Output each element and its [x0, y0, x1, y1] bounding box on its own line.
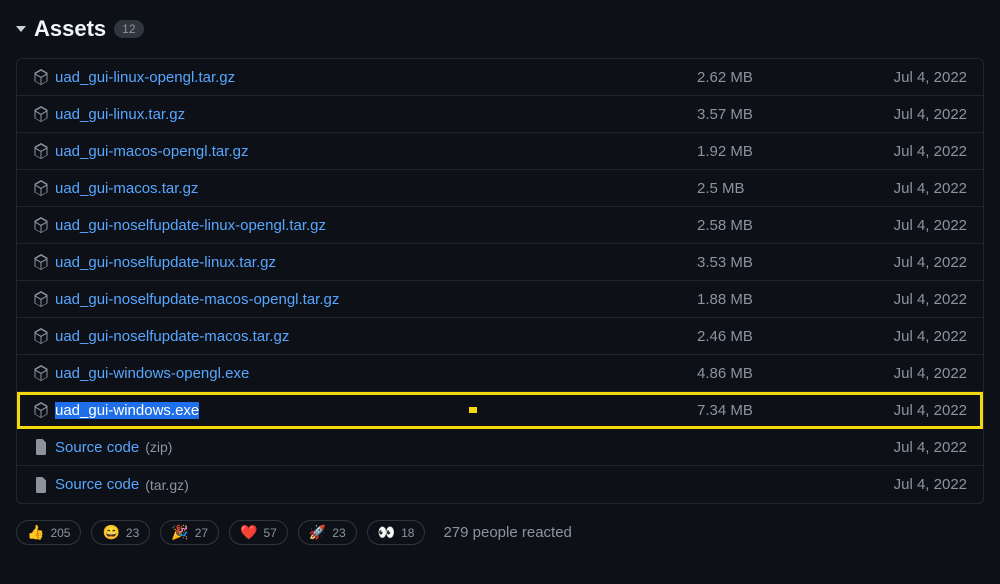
asset-name-cell: uad_gui-noselfupdate-linux.tar.gz	[33, 254, 697, 271]
reactions-bar: 👍 205 😄 23 🎉 27 ❤️ 57 🚀 23 👀 18 279 people reacted	[16, 520, 984, 545]
asset-name-cell: uad_gui-windows.exe	[33, 402, 697, 419]
asset-name-cell: uad_gui-noselfupdate-macos-opengl.tar.gz	[33, 291, 697, 308]
asset-size: 7.34 MB	[697, 402, 877, 419]
asset-row: uad_gui-macos-opengl.tar.gz 1.92 MBJul 4,…	[17, 133, 983, 170]
asset-name-cell: uad_gui-windows-opengl.exe	[33, 365, 697, 382]
reaction-count: 57	[264, 526, 277, 540]
asset-link[interactable]: uad_gui-windows-opengl.exe	[55, 365, 249, 382]
asset-link[interactable]: uad_gui-noselfupdate-linux.tar.gz	[55, 254, 276, 271]
assets-count-badge: 12	[114, 20, 143, 38]
asset-date: Jul 4, 2022	[877, 217, 967, 234]
asset-link[interactable]: Source code	[55, 439, 139, 456]
assets-header[interactable]: Assets 12	[16, 16, 984, 42]
package-icon	[33, 254, 49, 270]
asset-size: 1.88 MB	[697, 291, 877, 308]
asset-name-cell: uad_gui-macos-opengl.tar.gz	[33, 143, 697, 160]
package-icon	[33, 402, 49, 418]
reaction-pill[interactable]: 😄 23	[91, 520, 150, 545]
asset-size: 1.92 MB	[697, 143, 877, 160]
asset-date: Jul 4, 2022	[877, 180, 967, 197]
asset-date: Jul 4, 2022	[877, 439, 967, 456]
package-icon	[33, 180, 49, 196]
asset-name-cell: uad_gui-noselfupdate-macos.tar.gz	[33, 328, 697, 345]
package-icon	[33, 328, 49, 344]
asset-size: 3.57 MB	[697, 106, 877, 123]
asset-date: Jul 4, 2022	[877, 143, 967, 160]
package-icon	[33, 365, 49, 381]
asset-date: Jul 4, 2022	[877, 291, 967, 308]
asset-size: 2.46 MB	[697, 328, 877, 345]
asset-link[interactable]: Source code	[55, 476, 139, 493]
cursor-marker	[469, 407, 477, 413]
package-icon	[33, 217, 49, 233]
asset-size: 3.53 MB	[697, 254, 877, 271]
asset-date: Jul 4, 2022	[877, 328, 967, 345]
asset-name-cell: uad_gui-macos.tar.gz	[33, 180, 697, 197]
asset-name-cell: Source code (tar.gz)	[33, 476, 697, 493]
asset-link[interactable]: uad_gui-windows.exe	[55, 402, 199, 419]
asset-link[interactable]: uad_gui-noselfupdate-linux-opengl.tar.gz	[55, 217, 326, 234]
reaction-pill[interactable]: 🎉 27	[160, 520, 219, 545]
asset-row: uad_gui-noselfupdate-macos-opengl.tar.gz…	[17, 281, 983, 318]
asset-link[interactable]: uad_gui-noselfupdate-macos-opengl.tar.gz	[55, 291, 339, 308]
asset-name-cell: Source code (zip)	[33, 439, 697, 456]
asset-date: Jul 4, 2022	[877, 106, 967, 123]
file-zip-icon	[33, 477, 49, 493]
package-icon	[33, 106, 49, 122]
asset-name-cell: uad_gui-noselfupdate-linux-opengl.tar.gz	[33, 217, 697, 234]
asset-date: Jul 4, 2022	[877, 69, 967, 86]
assets-title: Assets	[34, 16, 106, 42]
reaction-pill[interactable]: 👀 18	[367, 520, 426, 545]
asset-size: 2.5 MB	[697, 180, 877, 197]
reaction-emoji-icon: 🎉	[171, 524, 188, 541]
asset-date: Jul 4, 2022	[877, 365, 967, 382]
asset-date: Jul 4, 2022	[877, 476, 967, 493]
asset-row: uad_gui-linux.tar.gz 3.57 MBJul 4, 2022	[17, 96, 983, 133]
asset-row: Source code (tar.gz) Jul 4, 2022	[17, 466, 983, 503]
reaction-pill[interactable]: ❤️ 57	[229, 520, 288, 545]
reaction-pill[interactable]: 👍 205	[16, 520, 81, 545]
reactions-summary: 279 people reacted	[443, 524, 571, 541]
asset-link[interactable]: uad_gui-noselfupdate-macos.tar.gz	[55, 328, 289, 345]
asset-row: uad_gui-noselfupdate-linux.tar.gz 3.53 MB…	[17, 244, 983, 281]
asset-ext: (zip)	[145, 439, 172, 455]
asset-row: Source code (zip) Jul 4, 2022	[17, 429, 983, 466]
asset-link[interactable]: uad_gui-macos.tar.gz	[55, 180, 198, 197]
asset-size: 2.58 MB	[697, 217, 877, 234]
asset-row: uad_gui-windows-opengl.exe 4.86 MBJul 4, …	[17, 355, 983, 392]
asset-ext: (tar.gz)	[145, 477, 189, 493]
asset-row: uad_gui-noselfupdate-linux-opengl.tar.gz…	[17, 207, 983, 244]
reaction-emoji-icon: 👍	[27, 524, 44, 541]
reaction-count: 18	[401, 526, 414, 540]
asset-size: 2.62 MB	[697, 69, 877, 86]
reaction-emoji-icon: 🚀	[309, 524, 326, 541]
reaction-count: 205	[50, 526, 70, 540]
asset-row: uad_gui-noselfupdate-macos.tar.gz 2.46 MB…	[17, 318, 983, 355]
reaction-pill[interactable]: 🚀 23	[298, 520, 357, 545]
asset-name-cell: uad_gui-linux-opengl.tar.gz	[33, 69, 697, 86]
file-zip-icon	[33, 439, 49, 455]
asset-date: Jul 4, 2022	[877, 254, 967, 271]
asset-row: uad_gui-linux-opengl.tar.gz 2.62 MBJul 4,…	[17, 59, 983, 96]
reaction-count: 27	[195, 526, 208, 540]
reaction-emoji-icon: ❤️	[240, 524, 257, 541]
package-icon	[33, 291, 49, 307]
asset-link[interactable]: uad_gui-linux-opengl.tar.gz	[55, 69, 235, 86]
asset-link[interactable]: uad_gui-macos-opengl.tar.gz	[55, 143, 248, 160]
asset-name-cell: uad_gui-linux.tar.gz	[33, 106, 697, 123]
package-icon	[33, 69, 49, 85]
asset-row: uad_gui-macos.tar.gz 2.5 MBJul 4, 2022	[17, 170, 983, 207]
asset-date: Jul 4, 2022	[877, 402, 967, 419]
asset-size: 4.86 MB	[697, 365, 877, 382]
package-icon	[33, 143, 49, 159]
assets-list: uad_gui-linux-opengl.tar.gz2.62 MBJul 4,…	[16, 58, 984, 504]
reaction-emoji-icon: 😄	[102, 524, 119, 541]
caret-down-icon	[16, 26, 26, 32]
asset-link[interactable]: uad_gui-linux.tar.gz	[55, 106, 185, 123]
reaction-count: 23	[332, 526, 345, 540]
reaction-emoji-icon: 👀	[378, 524, 395, 541]
reaction-count: 23	[126, 526, 139, 540]
asset-row: uad_gui-windows.exe 7.34 MBJul 4, 2022	[17, 392, 983, 429]
